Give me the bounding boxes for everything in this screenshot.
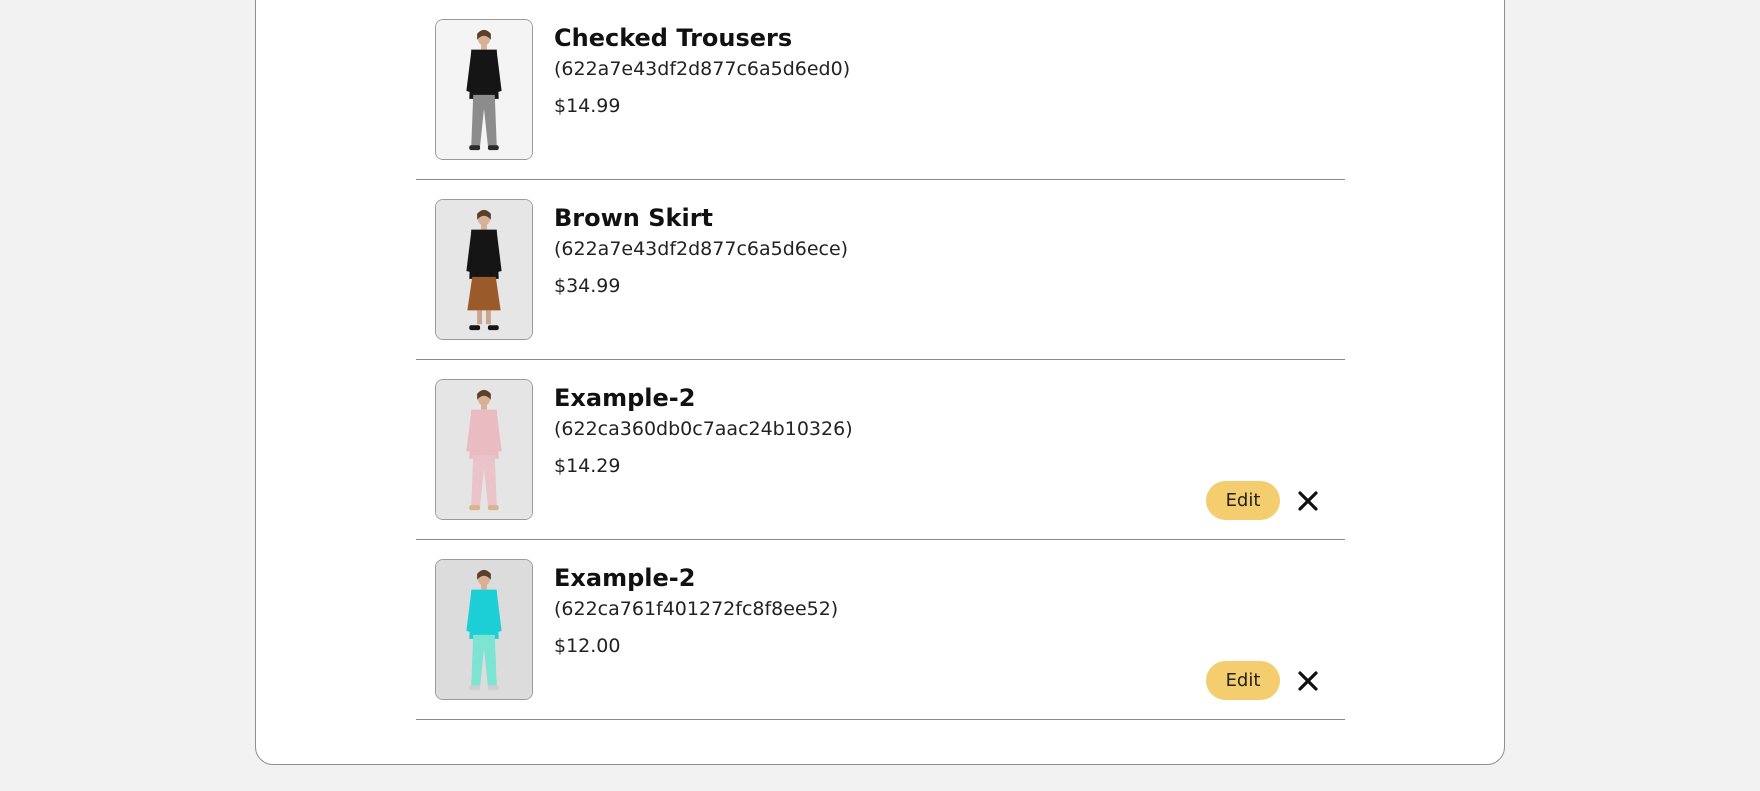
product-name: Checked Trousers [554,24,793,52]
edit-button[interactable]: Edit [1206,661,1280,700]
product-row: Brown Skirt (622a7e43df2d877c6a5d6ece) $… [416,180,1345,360]
product-image [435,19,533,160]
close-icon [1298,671,1318,691]
product-id: (622a7e43df2d877c6a5d6ece) [554,238,849,260]
close-icon [1298,491,1318,511]
product-info: Brown Skirt (622a7e43df2d877c6a5d6ece) $… [554,202,848,299]
product-name: Example-2 [554,384,696,412]
edit-button[interactable]: Edit [1206,481,1280,520]
product-image [435,559,533,700]
product-id: (622ca360db0c7aac24b10326) [554,418,853,440]
product-id: (622ca761f401272fc8f8ee52) [554,598,839,620]
product-info: Example-2 (622ca761f401272fc8f8ee52) $12… [554,562,838,659]
product-info: Example-2 (622ca360db0c7aac24b10326) $14… [554,382,853,479]
product-name: Brown Skirt [554,204,714,232]
product-info: Checked Trousers (622a7e43df2d877c6a5d6e… [554,22,850,119]
product-row: Example-2 (622ca360db0c7aac24b10326) $14… [416,360,1345,540]
product-id: (622a7e43df2d877c6a5d6ed0) [554,58,851,80]
product-price: $14.29 [554,455,621,477]
product-price: $12.00 [554,635,621,657]
product-image [435,379,533,520]
product-price: $34.99 [554,275,621,297]
delete-button[interactable] [1293,666,1323,696]
product-list: Checked Trousers (622a7e43df2d877c6a5d6e… [416,0,1345,720]
delete-button[interactable] [1293,486,1323,516]
product-price: $14.99 [554,95,621,117]
product-name: Example-2 [554,564,696,592]
product-image [435,199,533,340]
product-row: Checked Trousers (622a7e43df2d877c6a5d6e… [416,0,1345,180]
product-row: Example-2 (622ca761f401272fc8f8ee52) $12… [416,540,1345,720]
